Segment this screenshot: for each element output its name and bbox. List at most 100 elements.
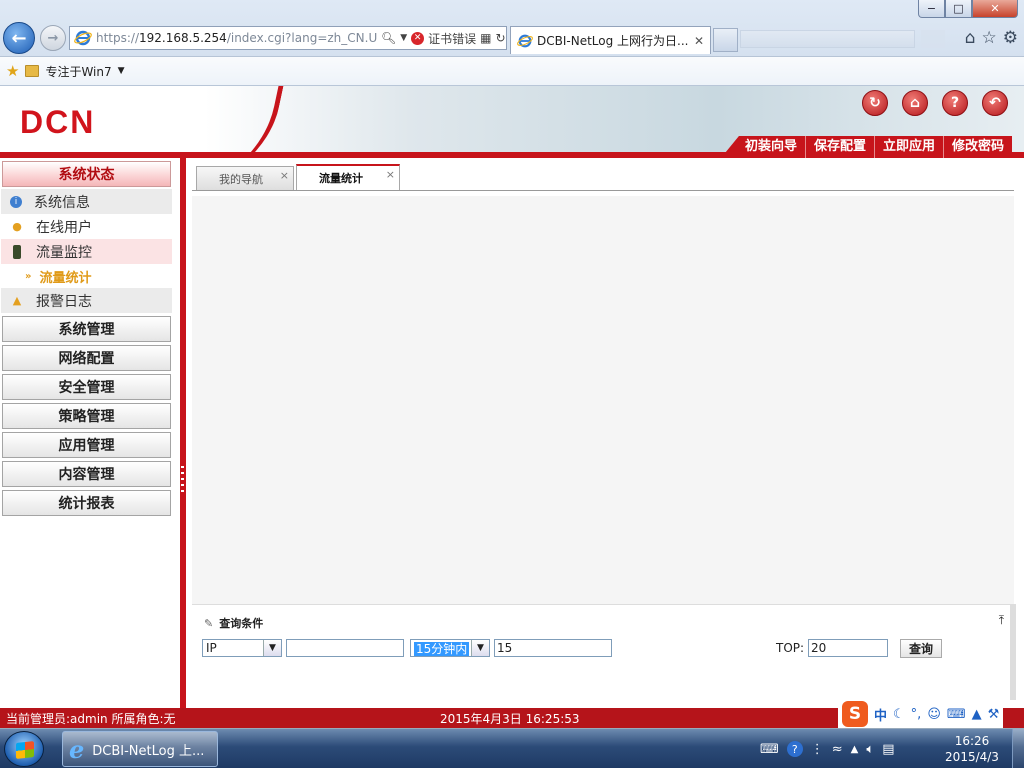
save-config-button[interactable]: 保存配置 — [804, 136, 874, 158]
forward-button[interactable]: → — [40, 25, 66, 51]
chevron-down-icon: ▼ — [263, 640, 281, 656]
keyboard-icon[interactable]: ⌨ — [760, 742, 779, 757]
sidebar-item-traffic-monitor[interactable]: 流量监控 — [1, 239, 172, 264]
sidebar-group-system-management[interactable]: 系统管理 — [2, 316, 171, 342]
sidebar-group-app-management[interactable]: 应用管理 — [2, 432, 171, 458]
sidebar-item-label: 流量监控 — [36, 244, 92, 261]
moon-icon[interactable]: ☾ — [893, 707, 905, 722]
sidebar-item-label: 在线用户 — [36, 219, 92, 236]
chevron-down-icon[interactable]: ▼ — [118, 66, 125, 76]
network-icon[interactable]: ▤ — [882, 742, 894, 757]
browser-tab[interactable]: DCBI-NetLog 上网行为日... ✕ — [510, 26, 711, 54]
sidebar-group-content-management[interactable]: 内容管理 — [2, 461, 171, 487]
sidebar-group-stats-report[interactable]: 统计报表 — [2, 490, 171, 516]
splitter-grip[interactable] — [181, 466, 184, 496]
sidebar: 系统状态 i 系统信息 ● 在线用户 流量监控 » 流量统计 ▲ 报警日志 系统… — [0, 158, 180, 708]
header-actions: 初装向导 保存配置 立即应用 修改密码 — [720, 136, 1012, 158]
arrow-right-icon: → — [47, 30, 59, 46]
gear-icon[interactable]: ⚙ — [1003, 28, 1018, 48]
sogou-logo[interactable]: S — [842, 701, 868, 727]
query-text-input[interactable] — [286, 639, 404, 657]
shirt-icon[interactable]: ▲ — [972, 707, 982, 722]
start-button[interactable] — [4, 731, 44, 767]
sidebar-item-label: 流量统计 — [39, 270, 92, 286]
tab-label: 流量统计 — [319, 172, 363, 185]
chevron-down-icon[interactable]: ▼ — [400, 33, 407, 43]
apply-now-button[interactable]: 立即应用 — [873, 136, 943, 158]
favorites-star-icon[interactable]: ☆ — [982, 28, 997, 48]
help-icon[interactable]: ? — [942, 90, 968, 116]
query-title: ✎ 查询条件 — [204, 615, 263, 631]
home-icon[interactable]: ⌂ — [902, 90, 928, 116]
keyboard-icon[interactable]: ⌨ — [947, 707, 966, 722]
wifi-icon[interactable]: ≈ — [832, 742, 843, 757]
sidebar-group-system-status[interactable]: 系统状态 — [2, 161, 171, 187]
compat-view-icon[interactable]: ▦ — [480, 31, 491, 45]
volume-icon[interactable]: 🔈︎ — [866, 742, 874, 757]
tab-my-navigation[interactable]: 我的导航 × — [196, 166, 294, 190]
back-button[interactable]: ← — [3, 22, 35, 54]
tab-close-icon[interactable]: × — [386, 168, 395, 181]
collapse-up-icon[interactable]: ⤒ — [999, 613, 1004, 628]
select-value: 15分钟内 — [411, 640, 471, 657]
close-window-button[interactable]: ✕ — [972, 0, 1018, 18]
smile-icon[interactable]: ☺ — [927, 707, 941, 722]
show-hidden-icons-icon[interactable]: ▲ — [851, 744, 859, 755]
selected-option: 15分钟内 — [414, 641, 470, 656]
favorites-add-icon[interactable]: ★ — [6, 62, 19, 80]
sidebar-group-network-config[interactable]: 网络配置 — [2, 345, 171, 371]
query-type-select[interactable]: IP ▼ — [202, 639, 282, 657]
favorites-item[interactable]: 专注于Win7 — [45, 63, 111, 80]
tab-close-icon[interactable]: ✕ — [694, 34, 704, 48]
window-controls: − □ ✕ — [918, 0, 1018, 18]
top-count-input[interactable]: 20 — [808, 639, 888, 657]
tab-title: DCBI-NetLog 上网行为日... — [537, 34, 689, 48]
sidebar-item-system-info[interactable]: i 系统信息 — [1, 189, 172, 214]
minimize-button[interactable]: − — [918, 0, 945, 18]
search-icon[interactable]: 🔍︎ — [381, 31, 396, 45]
sidebar-group-security-management[interactable]: 安全管理 — [2, 374, 171, 400]
refresh-icon[interactable]: ↻ — [862, 90, 888, 116]
home-icon[interactable]: ⌂ — [965, 28, 976, 48]
maximize-button[interactable]: □ — [945, 0, 972, 18]
cert-error-label[interactable]: 证书错误 — [428, 30, 476, 47]
taskbar-ie-window[interactable]: e DCBI-NetLog 上... — [62, 731, 218, 767]
query-button[interactable]: 查询 — [900, 639, 942, 658]
ime-language-toggle[interactable]: 中 — [874, 705, 887, 724]
sidebar-group-policy-management[interactable]: 策略管理 — [2, 403, 171, 429]
ime-toolbar: S 中 ☾ °, ☺ ⌨ ▲ ⚒ — [838, 700, 1004, 728]
logout-icon[interactable]: ↶ — [982, 90, 1008, 116]
sidebar-item-alarm-log[interactable]: ▲ 报警日志 — [1, 288, 172, 313]
ie-icon: e — [69, 734, 85, 764]
time-range-input[interactable]: 15 — [494, 639, 612, 657]
cert-error-icon[interactable]: ✕ — [411, 31, 425, 45]
punctuation-icon[interactable]: °, — [911, 707, 922, 722]
wrench-icon[interactable]: ⚒ — [988, 707, 1000, 722]
address-tools: 🔍︎ ▼ ✕ 证书错误 ▦ ↻ — [381, 30, 506, 47]
system-clock[interactable]: 16:26 2015/4/3 — [936, 733, 1008, 765]
time-range-select[interactable]: 15分钟内 ▼ — [410, 639, 490, 657]
ie-icon — [74, 30, 92, 46]
clock-date: 2015/4/3 — [945, 750, 999, 764]
sidebar-item-label: 系统信息 — [34, 194, 90, 211]
tab-label: 我的导航 — [219, 172, 263, 186]
query-title-label: 查询条件 — [219, 617, 264, 630]
query-panel: ✎ 查询条件 ⤒ IP ▼ 15分钟内 ▼ 15 TOP: 20 查询 — [192, 604, 1014, 708]
url-scheme: https:// — [96, 31, 140, 45]
server-datetime: 2015年4月3日 16:25:53 — [440, 712, 580, 726]
address-bar[interactable]: https://192.168.5.254/index.cgi?lang=zh_… — [69, 26, 507, 50]
sidebar-subitem-traffic-stats[interactable]: » 流量统计 — [1, 264, 172, 288]
help-icon[interactable]: ? — [786, 741, 803, 757]
tab-close-icon[interactable]: × — [280, 169, 289, 182]
sidebar-item-online-users[interactable]: ● 在线用户 — [1, 214, 172, 239]
tab-traffic-stats[interactable]: 流量统计 × — [296, 164, 400, 190]
change-password-button[interactable]: 修改密码 — [942, 136, 1012, 158]
right-scrollbar[interactable] — [1010, 604, 1016, 700]
system-tray: ⌨ ? ⋮ ≈ ▲ 🔈︎ ▤ — [760, 733, 894, 765]
show-desktop-button[interactable] — [1012, 729, 1024, 768]
url-text[interactable]: https://192.168.5.254/index.cgi?lang=zh_… — [96, 31, 381, 45]
dcn-logo: DCN — [20, 104, 96, 140]
tray-settings-icon[interactable]: ⋮ — [811, 742, 824, 757]
new-tab-button[interactable] — [713, 28, 738, 52]
refresh-icon[interactable]: ↻ — [496, 31, 506, 45]
